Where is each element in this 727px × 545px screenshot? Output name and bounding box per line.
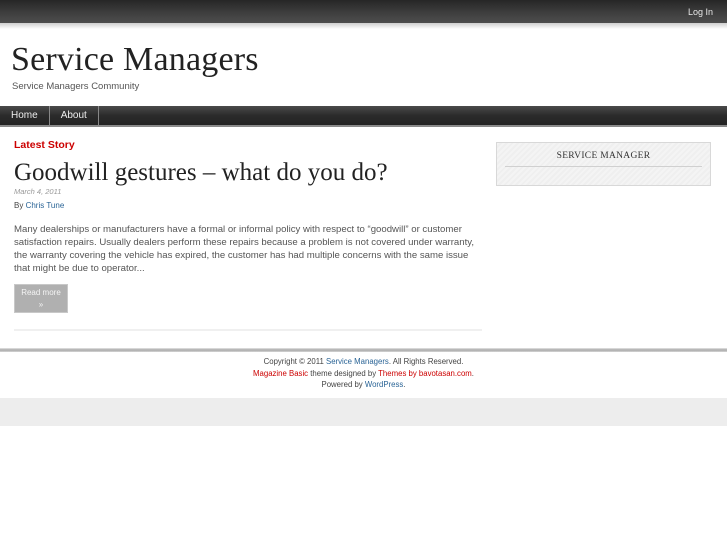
footer-powered-by: Powered by WordPress. <box>0 379 727 391</box>
top-bar: Log In <box>0 0 727 23</box>
post-date: March 4, 2011 <box>14 187 62 196</box>
powered-by-text: Powered by <box>321 380 363 389</box>
wordpress-link[interactable]: WordPress <box>365 380 403 389</box>
site-tagline: Service Managers Community <box>12 81 140 92</box>
read-more-button[interactable]: Read more » <box>14 284 68 313</box>
footer-divider <box>0 348 727 352</box>
theme-author-link[interactable]: Themes by bavotasan.com <box>378 369 472 378</box>
footer-theme-credit: Magazine Basic theme designed by Themes … <box>0 368 727 380</box>
top-bar-shadow <box>0 23 727 29</box>
site-title[interactable]: Service Managers <box>11 40 259 80</box>
post-byline: By Chris Tune <box>14 201 64 210</box>
copyright-text: Copyright © 2011 <box>263 357 324 366</box>
sidebar-widget: SERVICE MANAGER <box>496 142 711 186</box>
post-title-link[interactable]: Goodwill gestures – what do you do? <box>14 157 388 189</box>
login-link[interactable]: Log In <box>688 7 713 17</box>
footer: Copyright © 2011 Service Managers. All R… <box>0 356 727 391</box>
footer-copyright: Copyright © 2011 Service Managers. All R… <box>0 356 727 368</box>
period-text: . <box>471 368 474 378</box>
rights-text: . All Rights Reserved. <box>388 357 464 366</box>
theme-link[interactable]: Magazine Basic <box>253 369 308 378</box>
nav-item-home[interactable]: Home <box>0 106 50 125</box>
nav-item-about[interactable]: About <box>50 106 99 125</box>
double-chevron-right-icon: » <box>38 300 44 309</box>
widget-title: SERVICE MANAGER <box>505 151 702 167</box>
author-link[interactable]: Chris Tune <box>26 201 65 210</box>
theme-credit-text: theme designed by <box>310 368 377 378</box>
period-text: . <box>403 380 406 389</box>
post-divider <box>14 329 482 331</box>
bottom-band <box>0 398 727 426</box>
main-nav: Home About <box>0 106 727 127</box>
byline-prefix: By <box>14 201 24 210</box>
read-more-label: Read more <box>21 288 61 297</box>
footer-site-link[interactable]: Service Managers <box>326 357 389 366</box>
section-label: Latest Story <box>14 139 75 151</box>
post-excerpt: Many dealerships or manufacturers have a… <box>14 224 475 274</box>
